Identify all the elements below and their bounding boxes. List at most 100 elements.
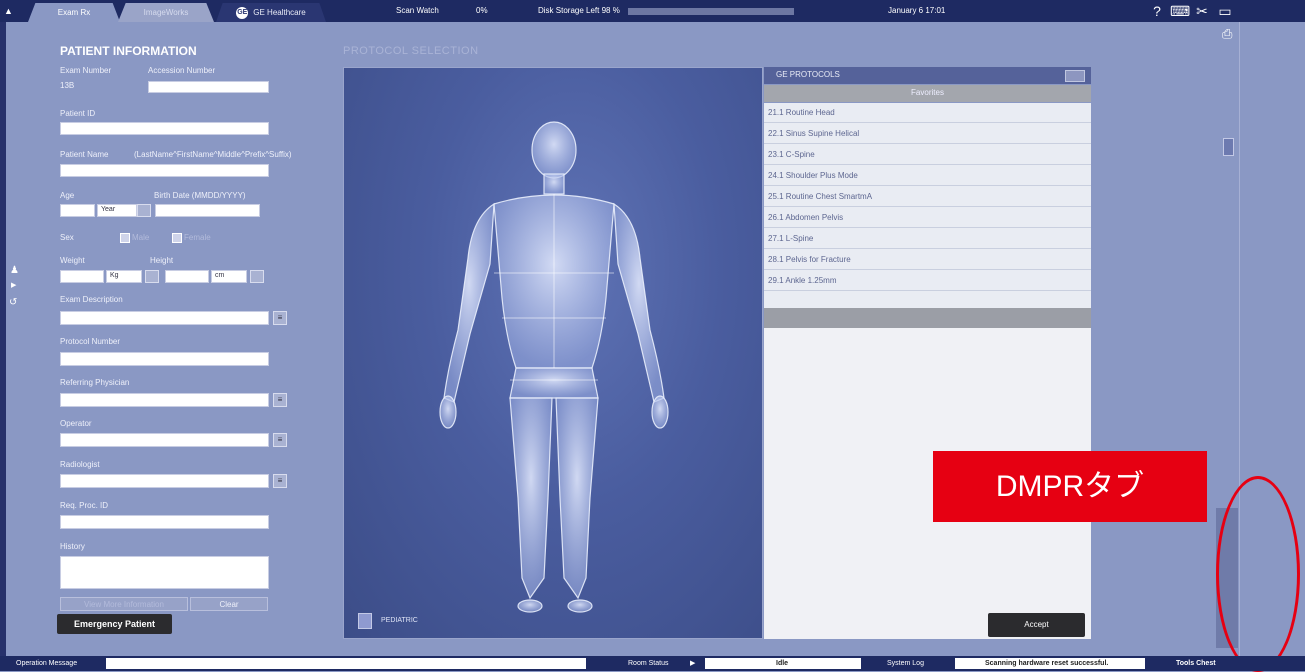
- weight-field[interactable]: [60, 270, 104, 283]
- weight-unit-select[interactable]: Kg: [106, 270, 142, 283]
- list-divider-bar: [764, 308, 1091, 328]
- patient-id-field[interactable]: [60, 122, 269, 135]
- referring-physician-label: Referring Physician: [60, 378, 130, 387]
- ge-protocols-header: GE PROTOCOLS: [764, 67, 1091, 84]
- accession-number-field[interactable]: [148, 81, 269, 93]
- operator-label: Operator: [60, 419, 92, 428]
- pediatric-icon[interactable]: [358, 613, 372, 629]
- scan-watch-label: Scan Watch: [396, 6, 439, 15]
- exam-number-value: 13B: [60, 81, 75, 90]
- protocol-selection-title: PROTOCOL SELECTION: [343, 45, 479, 57]
- ge-logo-icon: GE: [236, 6, 249, 19]
- tools-chest-button[interactable]: Tools Chest: [1176, 656, 1216, 671]
- list-item[interactable]: 28.1 Pelvis for Fracture: [764, 250, 1091, 270]
- play-icon[interactable]: ▶: [11, 281, 16, 289]
- list-item[interactable]: 29.1 Ankle 1.25mm: [764, 271, 1091, 291]
- tab-imageworks[interactable]: ImageWorks: [118, 3, 214, 22]
- sex-label: Sex: [60, 233, 74, 242]
- accession-number-label: Accession Number: [148, 66, 216, 75]
- height-unit-dropdown[interactable]: [250, 270, 264, 283]
- exam-description-list-button[interactable]: ≡: [273, 311, 287, 325]
- room-status-button[interactable]: Room Status: [628, 656, 668, 671]
- ge-protocols-title: GE PROTOCOLS: [776, 70, 840, 79]
- height-unit-select[interactable]: cm: [211, 270, 247, 283]
- operation-message-field: [106, 658, 586, 669]
- list-item[interactable]: 27.1 L-Spine: [764, 229, 1091, 249]
- exam-description-label: Exam Description: [60, 295, 123, 304]
- list-item[interactable]: 24.1 Shoulder Plus Mode: [764, 166, 1091, 186]
- height-field[interactable]: [165, 270, 209, 283]
- list-item[interactable]: 25.1 Routine Chest SmartmA: [764, 187, 1091, 207]
- clear-button[interactable]: Clear: [190, 597, 268, 611]
- highlight-oval: [1216, 476, 1300, 672]
- male-label: Male: [132, 233, 150, 242]
- pointer-icon: ▲: [4, 6, 13, 16]
- list-item[interactable]: 22.1 Sinus Supine Helical: [764, 124, 1091, 144]
- birth-date-field[interactable]: [155, 204, 260, 217]
- req-proc-id-label: Req. Proc. ID: [60, 501, 109, 510]
- human-body-figure[interactable]: [344, 68, 764, 640]
- patient-icon[interactable]: ♟: [10, 265, 19, 276]
- list-item[interactable]: 23.1 C-Spine: [764, 145, 1091, 165]
- accept-button[interactable]: Accept: [988, 613, 1085, 637]
- birth-date-label: Birth Date (MMDD/YYYY): [154, 191, 246, 200]
- disk-storage-bar: [628, 8, 794, 15]
- age-label: Age: [60, 191, 75, 200]
- system-log-button[interactable]: System Log: [887, 656, 924, 671]
- dmpr-tab-annotation: DMPRタブ: [933, 451, 1207, 522]
- favorites-bar[interactable]: Favorites: [764, 85, 1091, 102]
- monitor-icon[interactable]: ▭: [1216, 2, 1234, 20]
- age-unit-select[interactable]: Year: [97, 204, 137, 217]
- list-item[interactable]: 26.1 Abdomen Pelvis: [764, 208, 1091, 228]
- radiologist-label: Radiologist: [60, 460, 100, 469]
- printer-icon[interactable]: ⎙: [1222, 26, 1238, 42]
- history-field[interactable]: [60, 556, 269, 589]
- list-item[interactable]: 21.1 Routine Head: [764, 103, 1091, 123]
- height-label: Height: [150, 256, 174, 265]
- top-bar: ▲ Exam Rx ImageWorks GE GE Healthcare Sca…: [0, 0, 1305, 22]
- age-unit-dropdown[interactable]: [137, 204, 151, 217]
- patient-name-field[interactable]: [60, 164, 269, 177]
- view-more-button[interactable]: View More Information: [60, 597, 188, 611]
- radiologist-field[interactable]: [60, 474, 269, 488]
- disk-storage-label: Disk Storage Left 98 %: [538, 6, 620, 15]
- tab-ge-label: GE Healthcare: [253, 8, 306, 17]
- keyboard-icon[interactable]: ⌨: [1170, 2, 1190, 20]
- favorites-label: Favorites: [911, 88, 944, 97]
- operation-message-label: Operation Message: [16, 660, 78, 667]
- tools-icon[interactable]: ✂: [1193, 2, 1211, 20]
- anatomy-body-panel[interactable]: PEDIATRIC: [343, 67, 763, 639]
- weight-label: Weight: [60, 256, 85, 265]
- male-checkbox[interactable]: [120, 233, 130, 243]
- weight-unit-dropdown[interactable]: [145, 270, 159, 283]
- tab-exam-rx[interactable]: Exam Rx: [28, 3, 120, 22]
- exam-number-label: Exam Number: [60, 66, 112, 75]
- patient-name-label: Patient Name: [60, 150, 109, 159]
- scan-watch-percent: 0%: [476, 6, 488, 15]
- protocol-list: 21.1 Routine Head 22.1 Sinus Supine Heli…: [764, 103, 1091, 308]
- date-time: January 6 17:01: [888, 6, 946, 15]
- help-icon[interactable]: ?: [1148, 2, 1166, 20]
- protocol-number-label: Protocol Number: [60, 337, 121, 346]
- req-proc-id-field[interactable]: [60, 515, 269, 529]
- exam-description-field[interactable]: [60, 311, 269, 325]
- operator-list-button[interactable]: ≡: [273, 433, 287, 447]
- radiologist-list-button[interactable]: ≡: [273, 474, 287, 488]
- tab-ge-healthcare[interactable]: GE GE Healthcare: [216, 3, 326, 22]
- pediatric-label: PEDIATRIC: [381, 617, 418, 624]
- referring-physician-list-button[interactable]: ≡: [273, 393, 287, 407]
- protocol-number-field[interactable]: [60, 352, 269, 366]
- age-field[interactable]: [60, 204, 95, 217]
- ge-protocols-toggle-button[interactable]: [1065, 70, 1085, 82]
- female-label: Female: [184, 233, 211, 242]
- emergency-patient-button[interactable]: Emergency Patient: [57, 614, 172, 634]
- side-tab[interactable]: [1223, 138, 1234, 156]
- history-label: History: [60, 542, 85, 551]
- play-icon[interactable]: ▶: [690, 656, 695, 671]
- scanning-message: Scanning hardware reset successful.: [985, 660, 1109, 667]
- patient-id-label: Patient ID: [60, 109, 96, 118]
- refresh-icon[interactable]: ↺: [9, 297, 17, 308]
- operator-field[interactable]: [60, 433, 269, 447]
- female-checkbox[interactable]: [172, 233, 182, 243]
- referring-physician-field[interactable]: [60, 393, 269, 407]
